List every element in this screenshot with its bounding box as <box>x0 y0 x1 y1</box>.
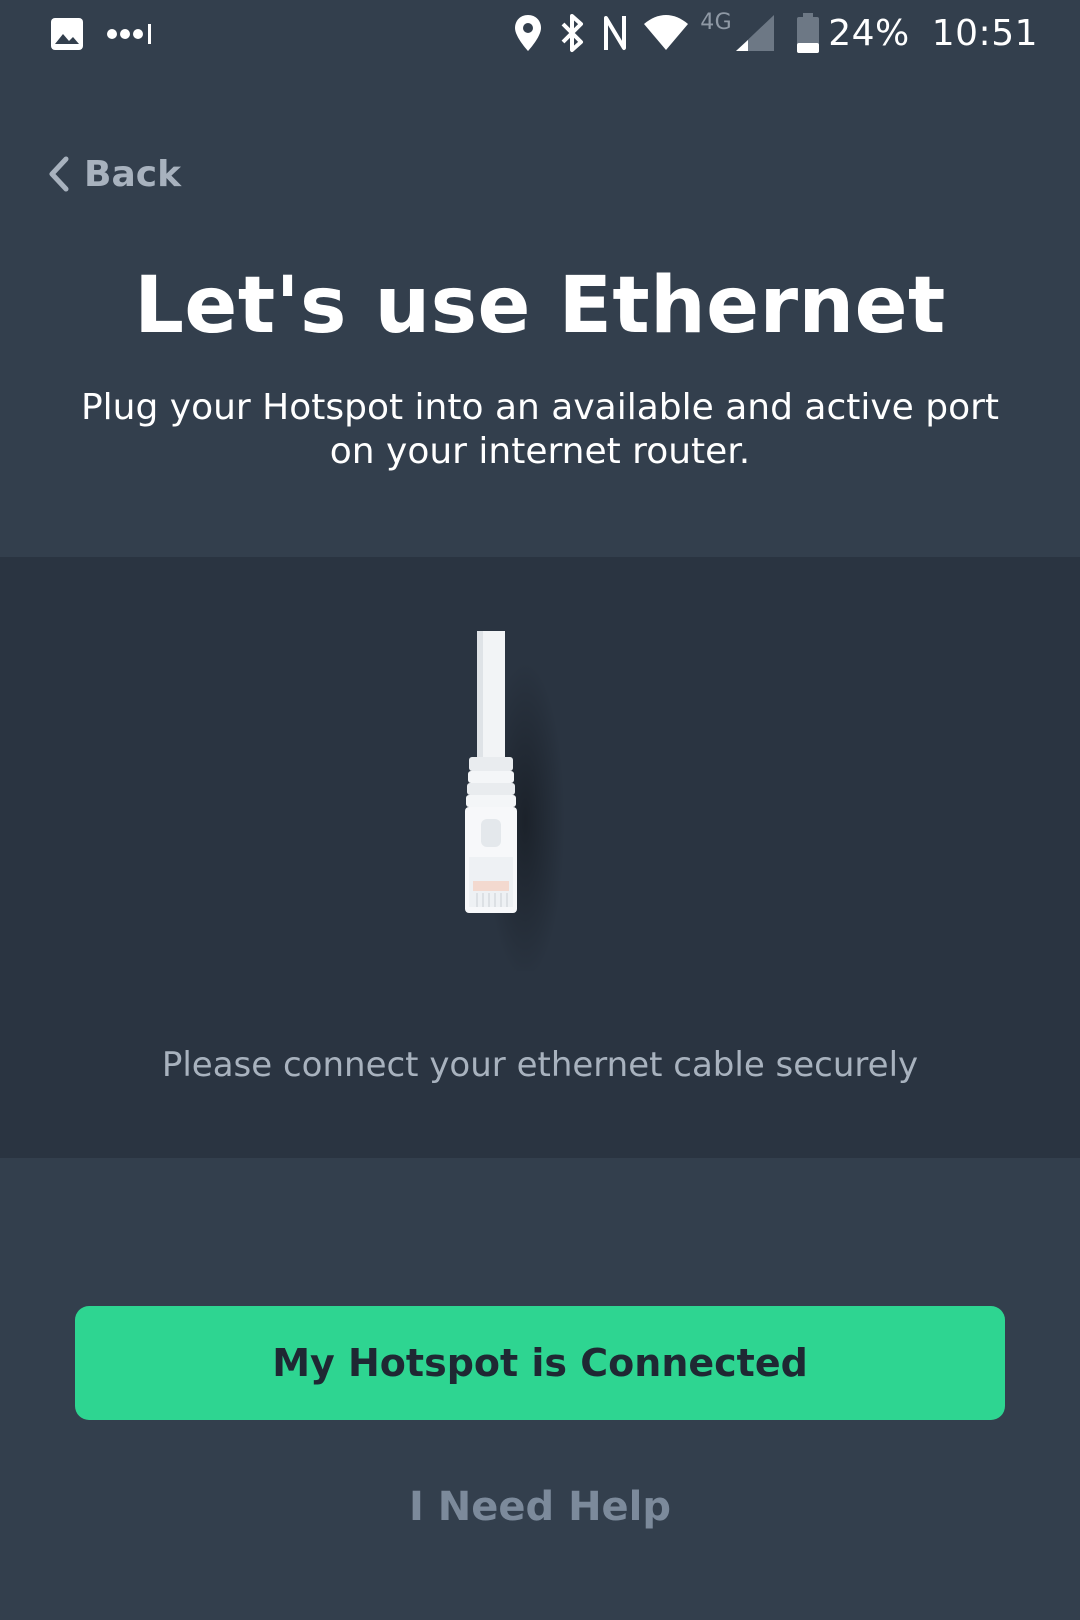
status-bar-right: 4G 24% 10:51 <box>514 8 1038 58</box>
chevron-left-icon <box>48 156 70 192</box>
need-help-link[interactable]: I Need Help <box>0 1484 1080 1530</box>
clock-time: 10:51 <box>931 12 1038 54</box>
location-icon <box>514 14 542 52</box>
battery-percent: 24% <box>828 12 910 54</box>
back-button[interactable]: Back <box>48 146 181 202</box>
battery-icon <box>796 12 820 54</box>
ethernet-cable-icon <box>455 631 575 981</box>
wifi-icon <box>642 14 690 52</box>
page-title: Let's use Ethernet <box>134 261 946 351</box>
hotspot-connected-button[interactable]: My Hotspot is Connected <box>75 1306 1005 1420</box>
subtitle-line-1: Plug your Hotspot into an available and … <box>80 387 1000 428</box>
network-type-label: 4G <box>700 10 733 35</box>
panel-caption: Please connect your ethernet cable secur… <box>161 1045 919 1085</box>
illustration-panel: Please connect your ethernet cable secur… <box>0 557 1080 1158</box>
status-bar: 4G 24% 10:51 <box>0 0 1080 68</box>
bluetooth-icon <box>560 13 586 53</box>
page-subtitle: Plug your Hotspot into an available and … <box>80 386 1000 474</box>
signal-dots-icon <box>106 19 154 49</box>
status-bar-left <box>50 14 154 54</box>
image-icon <box>50 17 84 51</box>
nfc-icon <box>602 14 628 52</box>
back-label: Back <box>84 153 182 195</box>
cell-signal-icon <box>734 13 776 53</box>
subtitle-line-2: on your internet router. <box>329 431 751 472</box>
